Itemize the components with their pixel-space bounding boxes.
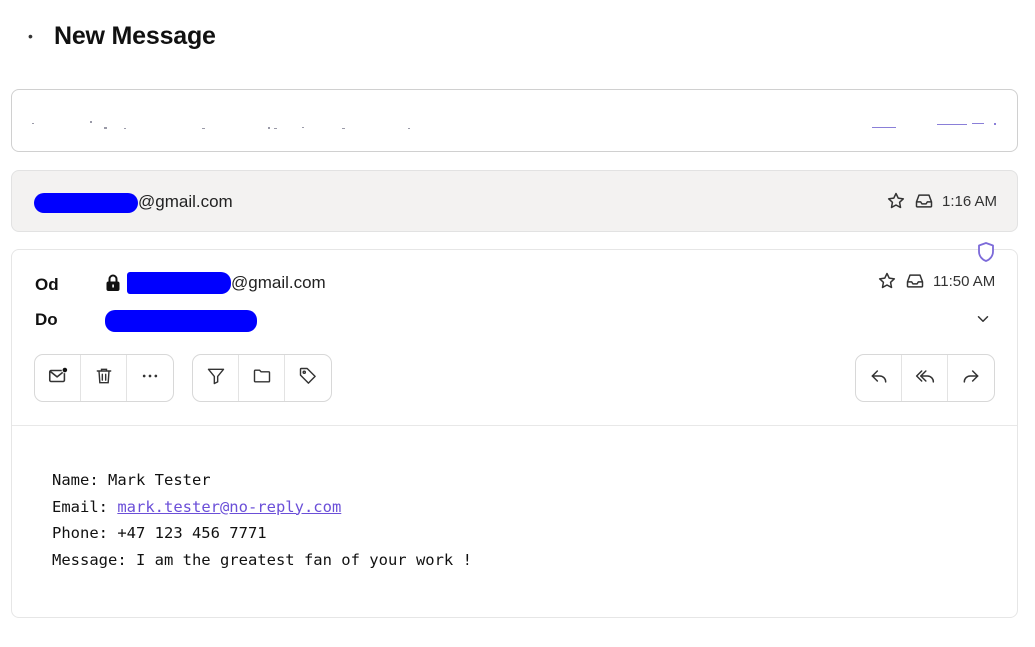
message-actions-group	[34, 354, 174, 402]
star-icon[interactable]	[877, 271, 897, 291]
email-link[interactable]: mark.tester@no-reply.com	[117, 498, 341, 516]
reply-actions-group	[855, 354, 995, 402]
reply-all-icon	[914, 366, 936, 391]
redacted-sender-name	[127, 272, 231, 294]
collapsed-message[interactable]: @gmail.com 1:16 AM	[11, 170, 1018, 232]
page-header: • New Message	[28, 18, 216, 54]
label-button[interactable]	[285, 355, 331, 401]
folder-icon	[252, 366, 272, 391]
body-name-line: Name: Mark Tester	[52, 471, 211, 489]
redacted-sender-name	[34, 193, 138, 213]
message-meta: 11:50 AM	[877, 271, 995, 291]
lock-icon	[105, 274, 121, 292]
message-body: Name: Mark Tester Email: mark.tester@no-…	[52, 467, 472, 573]
reply-all-button[interactable]	[902, 355, 948, 401]
body-phone-line: Phone: +47 123 456 7771	[52, 524, 267, 542]
reply-button[interactable]	[856, 355, 902, 401]
inbox-icon[interactable]	[905, 271, 925, 291]
more-icon	[140, 366, 160, 391]
forward-icon	[961, 366, 981, 391]
from-domain: @gmail.com	[231, 273, 326, 292]
message-meta: 1:16 AM	[886, 191, 997, 211]
tag-icon	[298, 366, 318, 391]
expanded-message: Od @gmail.com Do 11:50 AM Name: Mark Tes…	[11, 242, 1018, 618]
inbox-icon[interactable]	[914, 191, 934, 211]
organize-actions-group	[192, 354, 332, 402]
body-message-line: Message: I am the greatest fan of your w…	[52, 550, 472, 569]
trash-icon	[94, 366, 114, 391]
sender-domain: @gmail.com	[138, 192, 233, 211]
more-button[interactable]	[127, 355, 173, 401]
header-body-divider	[12, 425, 1017, 426]
message-time: 11:50 AM	[933, 272, 996, 290]
subject-card	[11, 89, 1018, 152]
move-to-folder-button[interactable]	[239, 355, 285, 401]
small-dash-icon[interactable]: •	[28, 28, 54, 44]
from-address: @gmail.com	[105, 272, 326, 294]
filter-button[interactable]	[193, 355, 239, 401]
filter-icon	[206, 366, 226, 391]
faint-text-artifacts	[32, 118, 1012, 129]
page-title: New Message	[54, 21, 216, 50]
delete-button[interactable]	[81, 355, 127, 401]
reply-icon	[869, 366, 889, 391]
shield-icon[interactable]	[976, 241, 996, 268]
forward-button[interactable]	[948, 355, 994, 401]
chevron-down-icon[interactable]	[974, 310, 992, 333]
mark-unread-button[interactable]	[35, 355, 81, 401]
star-icon[interactable]	[886, 191, 906, 211]
redacted-recipient	[105, 310, 257, 332]
to-label: Do	[35, 310, 58, 329]
from-label: Od	[35, 275, 59, 294]
sender-address: @gmail.com	[34, 191, 233, 213]
email-prefix: Email:	[52, 497, 118, 516]
mark-unread-icon	[47, 365, 69, 392]
message-time: 1:16 AM	[942, 192, 998, 210]
body-email-line: Email: mark.tester@no-reply.com	[52, 494, 472, 521]
